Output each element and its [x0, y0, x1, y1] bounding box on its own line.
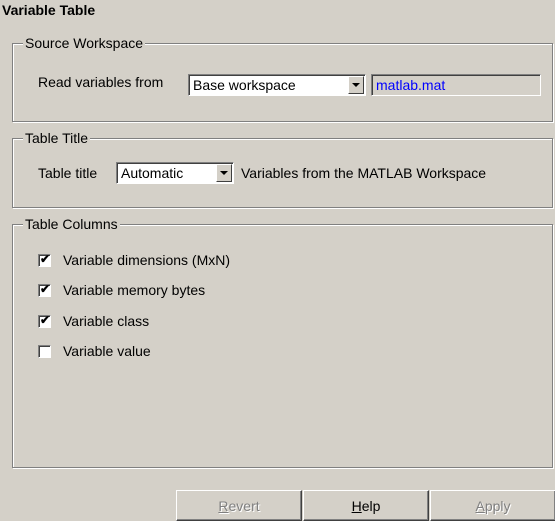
table-columns-label: Table Columns — [23, 216, 120, 232]
source-workspace-label: Source Workspace — [23, 35, 146, 51]
table-title-dropdown-button[interactable] — [216, 164, 232, 182]
table-title-group-label: Table Title — [23, 130, 91, 146]
table-title-mode-value: Automatic — [121, 165, 184, 181]
panel-title: Variable Table — [2, 2, 96, 18]
revert-button[interactable]: Revert — [176, 490, 302, 521]
chevron-down-icon — [352, 83, 360, 87]
column-option-class[interactable]: ✔ Variable class — [38, 313, 149, 329]
table-title-mode-select[interactable]: Automatic — [116, 162, 234, 184]
workspace-dropdown-button[interactable] — [348, 76, 364, 94]
memory-label: Variable memory bytes — [63, 282, 206, 298]
class-label: Variable class — [63, 313, 150, 329]
chevron-down-icon — [220, 171, 228, 175]
apply-button[interactable]: Apply — [430, 490, 555, 521]
dimensions-label: Variable dimensions (MxN) — [63, 252, 231, 268]
workspace-select-value: Base workspace — [193, 77, 296, 93]
column-option-value[interactable]: Variable value — [38, 343, 151, 359]
value-checkbox[interactable] — [38, 344, 51, 358]
table-title-label: Table title — [38, 165, 98, 181]
value-label: Variable value — [63, 343, 151, 359]
memory-checkbox[interactable]: ✔ — [38, 282, 51, 297]
help-button[interactable]: Help — [303, 490, 429, 521]
read-variables-label: Read variables from — [38, 74, 164, 90]
column-option-memory[interactable]: ✔ Variable memory bytes — [38, 282, 205, 298]
class-checkbox[interactable]: ✔ — [38, 313, 51, 328]
dimensions-checkbox[interactable]: ✔ — [38, 252, 51, 267]
table-title-text: Variables from the MATLAB Workspace — [241, 165, 487, 181]
column-option-dimensions[interactable]: ✔ Variable dimensions (MxN) — [38, 252, 230, 268]
workspace-select[interactable]: Base workspace — [188, 74, 366, 96]
mat-file-field[interactable]: matlab.mat — [371, 74, 541, 96]
